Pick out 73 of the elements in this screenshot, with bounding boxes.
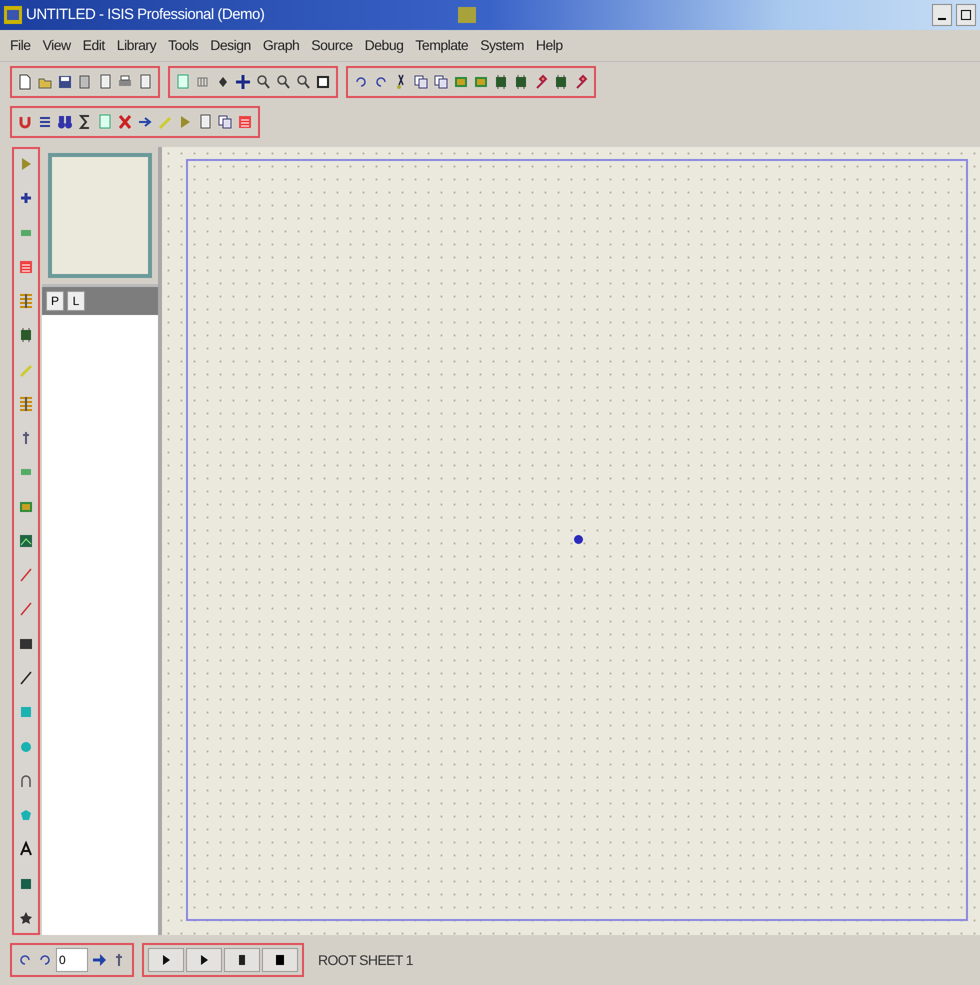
chip-icon [514,74,528,90]
block-icon [474,74,488,90]
app-badge-icon [458,7,476,23]
page-icon [98,74,112,90]
menu-item[interactable]: Design [210,35,251,56]
chip-icon [19,327,33,344]
probe-icon [19,567,33,584]
menu-item[interactable]: File [10,35,31,56]
stop-icon [273,952,287,968]
play-button[interactable] [148,948,184,972]
chip-icon [494,74,508,90]
menu-item[interactable]: Debug [364,35,404,56]
device-mode-button[interactable]: L [67,291,85,311]
origin-marker [574,535,583,544]
sheet-icon [98,114,112,130]
page-icon [138,74,152,90]
arrow-right-icon [92,952,106,968]
chip-icon [554,74,568,90]
sheet-status: ROOT SHEET 1 [318,950,413,970]
arc-icon [19,772,33,789]
maximize-icon [961,10,971,20]
tool-icon [534,74,548,90]
list-icon [238,114,252,130]
maximize-button[interactable] [956,4,976,26]
app-icon [4,6,22,24]
text-icon [19,841,33,858]
block-icon [454,74,468,90]
page-icon [198,114,212,130]
pencil-icon [158,114,172,130]
document-icon [78,74,92,90]
menu-item[interactable]: System [480,35,524,56]
angle-field[interactable]: 0 [56,948,88,972]
menu-item[interactable]: Graph [262,35,300,56]
menu-item[interactable]: Edit [82,35,105,56]
x-icon [118,114,132,130]
device-mode-button[interactable]: P [46,291,64,311]
triangle-icon [19,156,33,172]
zoom-in-icon [276,74,290,90]
save-icon [58,74,72,90]
menu-item[interactable]: Library [116,35,156,56]
window-title: UNTITLED - ISIS Professional (Demo) [26,4,264,25]
minimize-icon [938,18,946,20]
sheet-icon [176,74,190,90]
line-icon [19,670,33,686]
triangle-icon [178,114,192,130]
copy-icon [414,74,428,90]
copy-icon [434,74,448,90]
magnet-icon [18,114,32,130]
bus-icon [19,396,33,412]
pause-button[interactable] [224,948,260,972]
tool-icon [574,74,588,90]
binoculars-icon [58,114,72,130]
zoom-in-icon [256,74,270,90]
chart-icon [19,532,33,549]
probe-icon [19,601,33,618]
minimize-button[interactable] [932,4,952,26]
sigma-icon [78,114,92,130]
list-icon [19,258,33,275]
menu-item[interactable]: Tools [168,35,198,56]
menu-item[interactable]: Template [415,35,468,56]
menu-item[interactable]: Help [536,35,563,56]
menu-item[interactable]: View [42,35,71,56]
zoom-in-icon [296,74,310,90]
file-icon [18,74,32,90]
stop-button[interactable] [262,948,298,972]
bars-icon [38,114,52,130]
bus-icon [19,293,33,310]
step-button[interactable] [186,948,222,972]
copy-icon [218,114,232,130]
cross-icon [236,74,250,90]
marker-icon [19,910,33,926]
menu-item[interactable]: Source [311,35,353,56]
screen-icon [316,74,330,90]
